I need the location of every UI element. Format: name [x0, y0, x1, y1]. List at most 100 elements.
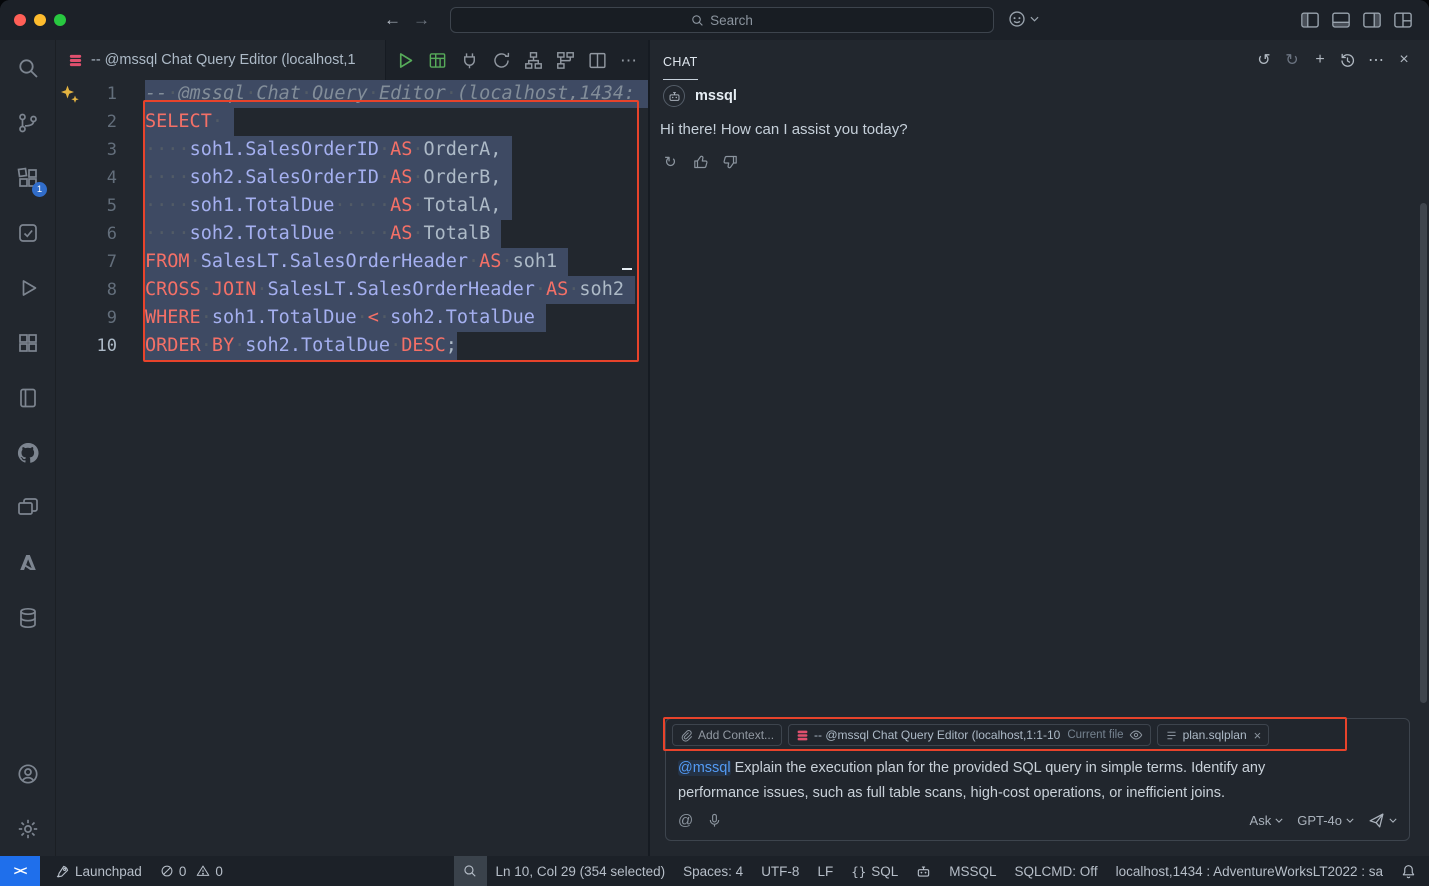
github-icon: [16, 441, 40, 465]
status-eol[interactable]: LF: [808, 856, 842, 886]
editor-tab[interactable]: -- @mssql Chat Query Editor (localhost,1: [56, 40, 386, 80]
undo-icon[interactable]: ↺: [1255, 50, 1273, 70]
chat-input-text[interactable]: @mssql Explain the execution plan for th…: [678, 756, 1323, 806]
zoom-window-button[interactable]: [54, 14, 66, 26]
code-line[interactable]: ····soh2.TotalDue·····AS·TotalB: [145, 220, 648, 248]
plan-file-chip[interactable]: plan.sqlplan ×: [1157, 724, 1270, 746]
chat-history-icon[interactable]: [1339, 52, 1357, 69]
activity-azure[interactable]: [0, 535, 55, 590]
code-line[interactable]: WHERE·soh1.TotalDue·<·soh2.TotalDue: [145, 304, 648, 332]
toggle-panel-icon[interactable]: [1331, 10, 1351, 30]
estimated-plan-icon[interactable]: [492, 51, 511, 70]
code-token: ·: [501, 251, 512, 272]
plan-chip-title: plan.sqlplan: [1183, 728, 1247, 742]
status-connection[interactable]: localhost,1434 : AdventureWorksLT2022 : …: [1107, 856, 1392, 886]
code-token: ·: [245, 83, 256, 104]
toggle-secondary-sidebar-icon[interactable]: [1362, 10, 1382, 30]
code-line[interactable]: ····soh1.SalesOrderID·AS·OrderA,: [145, 136, 648, 164]
mention-icon[interactable]: @: [678, 812, 693, 829]
code-token: AS: [390, 139, 412, 160]
status-language[interactable]: {} SQL: [842, 856, 907, 886]
activity-tasks[interactable]: [0, 205, 55, 260]
activity-github[interactable]: [0, 425, 55, 480]
results-grid-icon[interactable]: [428, 51, 447, 70]
code-token: OrderB,: [423, 167, 501, 188]
code-token: soh2: [579, 279, 624, 300]
account-icon: [16, 762, 40, 786]
run-query-button[interactable]: [396, 51, 415, 70]
chat-panel-title[interactable]: CHAT: [663, 40, 698, 80]
thumbs-up-icon[interactable]: [692, 154, 708, 170]
model-dropdown[interactable]: GPT-4o: [1297, 813, 1354, 828]
robot-avatar-icon: [663, 85, 685, 107]
code-line[interactable]: FROM·SalesLT.SalesOrderHeader·AS·soh1: [145, 248, 648, 276]
chat-input-container[interactable]: Add Context... -- @mssql Chat Query Edit…: [665, 718, 1410, 841]
activity-extensions[interactable]: 1: [0, 150, 55, 205]
schema-icon[interactable]: [524, 51, 543, 70]
copilot-menu[interactable]: [1008, 10, 1039, 28]
status-copilot[interactable]: [907, 856, 940, 886]
query-plan-icon[interactable]: [556, 51, 575, 70]
activity-remote-explorer[interactable]: [0, 480, 55, 535]
activity-blocks[interactable]: [0, 315, 55, 370]
eye-icon[interactable]: [1129, 728, 1143, 742]
database-icon: [16, 606, 40, 630]
current-file-chip[interactable]: -- @mssql Chat Query Editor (localhost,1…: [788, 724, 1151, 746]
remote-indicator[interactable]: ><: [0, 856, 40, 886]
new-chat-icon[interactable]: +: [1311, 51, 1329, 69]
status-sqlcmd[interactable]: SQLCMD: Off: [1006, 856, 1107, 886]
code-token: SalesLT.SalesOrderHeader: [201, 251, 468, 272]
chevron-down-icon: [1030, 16, 1039, 22]
back-button[interactable]: ←: [384, 10, 401, 30]
code-token: soh1.TotalDue: [212, 307, 357, 328]
activity-settings[interactable]: [0, 801, 55, 856]
close-panel-icon[interactable]: ×: [1395, 51, 1413, 69]
mode-dropdown[interactable]: Ask: [1250, 813, 1284, 828]
split-editor-icon[interactable]: [588, 51, 607, 70]
code-token: ·: [201, 279, 212, 300]
code-token: ·: [190, 251, 201, 272]
code-line[interactable]: ····soh2.SalesOrderID·AS·OrderB,: [145, 164, 648, 192]
thumbs-down-icon[interactable]: [723, 154, 739, 170]
add-context-chip[interactable]: Add Context...: [672, 724, 782, 746]
code-line[interactable]: CROSS·JOIN·SalesLT.SalesOrderHeader·AS·s…: [145, 276, 648, 304]
toggle-primary-sidebar-icon[interactable]: [1300, 10, 1320, 30]
remove-chip-icon[interactable]: ×: [1254, 728, 1262, 743]
code-line[interactable]: --·@mssql·Chat·Query·Editor·(localhost,1…: [145, 80, 648, 108]
status-launchpad[interactable]: Launchpad: [46, 856, 151, 886]
redo-icon[interactable]: ↻: [1283, 50, 1301, 70]
forward-button[interactable]: →: [413, 10, 430, 30]
code-line[interactable]: ····soh1.TotalDue·····AS·TotalA,: [145, 192, 648, 220]
activity-database[interactable]: [0, 590, 55, 645]
activity-run-debug[interactable]: [0, 260, 55, 315]
regenerate-icon[interactable]: ↻: [664, 153, 677, 171]
close-window-button[interactable]: [14, 14, 26, 26]
status-problems[interactable]: 0 0: [151, 856, 232, 886]
chat-more-icon[interactable]: ⋯: [1367, 50, 1385, 70]
code-line[interactable]: SELECT·: [145, 108, 648, 136]
chat-scrollbar[interactable]: [1420, 203, 1427, 703]
minimize-window-button[interactable]: [34, 14, 46, 26]
code-area: --·@mssql·Chat·Query·Editor·(localhost,1…: [145, 80, 648, 360]
more-actions-icon[interactable]: ⋯: [620, 51, 637, 70]
code-line[interactable]: ORDER·BY·soh2.TotalDue·DESC;: [145, 332, 648, 360]
code-token: ·: [412, 139, 423, 160]
title-bar: ← → Search: [0, 0, 1429, 40]
activity-accounts[interactable]: [0, 746, 55, 801]
status-cursor-position[interactable]: Ln 10, Col 29 (354 selected): [487, 856, 675, 886]
microphone-icon[interactable]: [707, 813, 722, 828]
code-token: ·····: [334, 195, 390, 216]
activity-search[interactable]: [0, 40, 55, 95]
connect-plug-icon[interactable]: [460, 51, 479, 70]
activity-source-control[interactable]: [0, 95, 55, 150]
command-center-search[interactable]: Search: [450, 7, 994, 33]
customize-layout-icon[interactable]: [1393, 10, 1413, 30]
send-button[interactable]: [1368, 812, 1397, 829]
status-search-button[interactable]: [454, 856, 487, 886]
activity-docs[interactable]: [0, 370, 55, 425]
status-indentation[interactable]: Spaces: 4: [674, 856, 752, 886]
status-encoding[interactable]: UTF-8: [752, 856, 808, 886]
editor[interactable]: 12345678910 --·@mssql·Chat·Query·Editor·…: [56, 80, 648, 856]
status-mssql[interactable]: MSSQL: [940, 856, 1005, 886]
status-notifications[interactable]: [1392, 856, 1429, 886]
